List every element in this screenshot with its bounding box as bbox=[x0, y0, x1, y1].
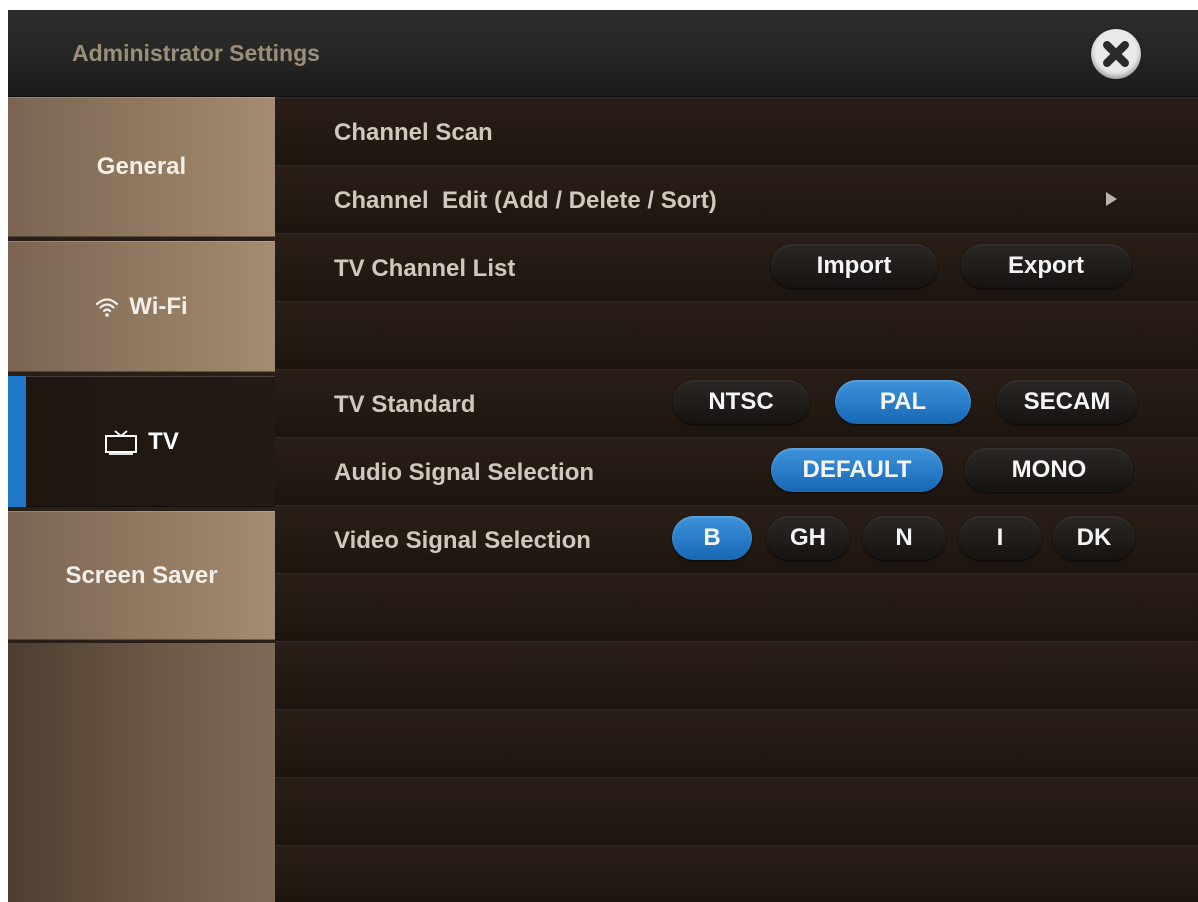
active-indicator bbox=[8, 376, 26, 507]
settings-panel: Channel Scan Channel Edit (Add / Delete … bbox=[275, 97, 1198, 902]
secam-option[interactable]: SECAM bbox=[997, 380, 1137, 424]
sidebar: General Wi-Fi TV Screen Saver bbox=[8, 97, 275, 902]
video-signal-label: Video Signal Selection bbox=[334, 527, 591, 554]
audio-signal-row: Audio Signal Selection DEFAULT MONO bbox=[275, 437, 1198, 507]
sidebar-item-wifi[interactable]: Wi-Fi bbox=[8, 241, 275, 372]
sidebar-item-label: Screen Saver bbox=[65, 561, 218, 589]
channel-scan-row[interactable]: Channel Scan bbox=[275, 97, 1198, 167]
tv-channel-list-row: TV Channel List Import Export bbox=[275, 233, 1198, 303]
n-option[interactable]: N bbox=[863, 516, 945, 560]
empty-row bbox=[275, 709, 1198, 779]
gh-option[interactable]: GH bbox=[767, 516, 849, 560]
ntsc-option[interactable]: NTSC bbox=[673, 380, 809, 424]
empty-row bbox=[275, 573, 1198, 643]
close-icon bbox=[1103, 41, 1129, 67]
sidebar-divider bbox=[8, 640, 275, 643]
window-title: Administrator Settings bbox=[72, 40, 320, 66]
wifi-icon bbox=[95, 296, 119, 318]
empty-row bbox=[275, 641, 1198, 711]
empty-row bbox=[275, 777, 1198, 847]
channel-edit-label: Channel Edit (Add / Delete / Sort) bbox=[334, 187, 717, 214]
i-option[interactable]: I bbox=[959, 516, 1041, 560]
b-option[interactable]: B bbox=[672, 516, 752, 560]
export-button[interactable]: Export bbox=[961, 244, 1131, 288]
tv-standard-label: TV Standard bbox=[334, 391, 476, 418]
sidebar-item-label: TV bbox=[148, 427, 179, 455]
close-button[interactable] bbox=[1091, 29, 1141, 79]
empty-row bbox=[275, 301, 1198, 371]
sidebar-item-label: General bbox=[96, 153, 187, 180]
channel-scan-label: Channel Scan bbox=[334, 119, 493, 146]
sidebar-item-screen-saver[interactable]: Screen Saver bbox=[8, 511, 275, 640]
tv-channel-list-label: TV Channel List bbox=[334, 255, 516, 282]
channel-edit-row[interactable]: Channel Edit (Add / Delete / Sort) bbox=[275, 165, 1198, 235]
settings-window: Administrator Settings General Wi-Fi TV … bbox=[8, 10, 1198, 902]
sidebar-item-general[interactable]: General bbox=[8, 97, 275, 237]
empty-row bbox=[275, 845, 1198, 902]
tv-icon bbox=[104, 429, 138, 455]
default-option[interactable]: DEFAULT bbox=[771, 448, 943, 492]
dk-option[interactable]: DK bbox=[1053, 516, 1135, 560]
title-bar: Administrator Settings bbox=[8, 10, 1198, 97]
tv-standard-row: TV Standard NTSC PAL SECAM bbox=[275, 369, 1198, 439]
sidebar-item-tv[interactable]: TV bbox=[8, 376, 275, 507]
video-signal-row: Video Signal Selection B GH N I DK bbox=[275, 505, 1198, 575]
pal-option[interactable]: PAL bbox=[835, 380, 971, 424]
import-button[interactable]: Import bbox=[771, 244, 937, 288]
mono-option[interactable]: MONO bbox=[965, 448, 1133, 492]
sidebar-item-label: Wi-Fi bbox=[129, 292, 188, 320]
chevron-right-icon[interactable] bbox=[1106, 192, 1117, 206]
audio-signal-label: Audio Signal Selection bbox=[334, 459, 595, 486]
